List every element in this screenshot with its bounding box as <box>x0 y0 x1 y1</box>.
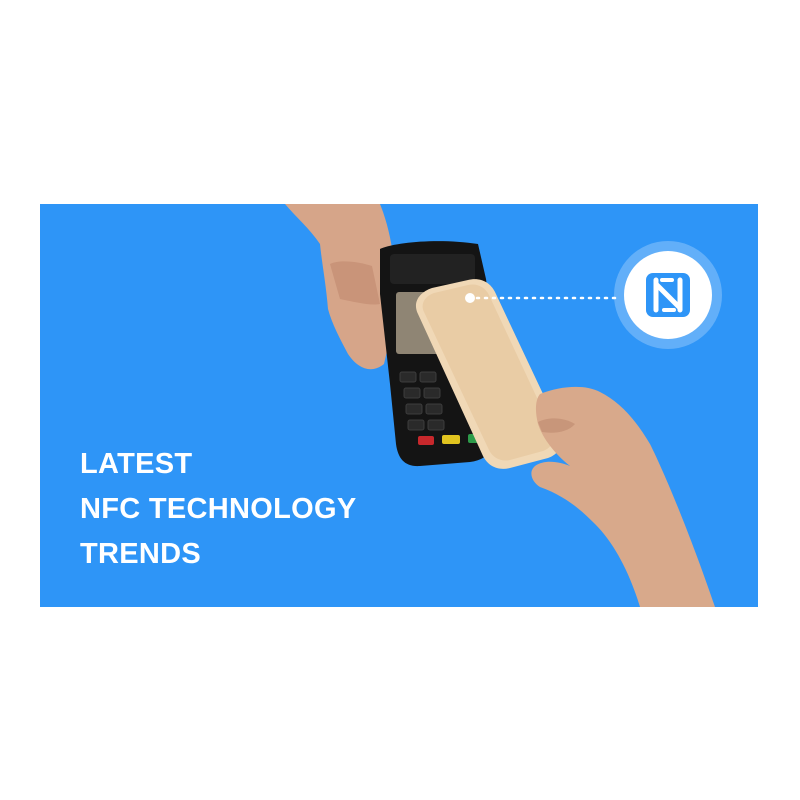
nfc-chip-dot <box>465 293 475 303</box>
title-line-1: LATEST <box>80 448 193 480</box>
upper-hand <box>285 204 396 370</box>
title-line-2: NFC TECHNOLOGY <box>80 493 357 525</box>
lower-hand <box>531 386 715 607</box>
nfc-badge <box>614 241 722 349</box>
title-line-3: TRENDS <box>80 538 202 570</box>
nfc-logo-icon <box>646 273 690 317</box>
banner-title: LATEST NFC TECHNOLOGY TRENDS <box>80 442 356 577</box>
hero-banner: LATEST NFC TECHNOLOGY TRENDS <box>40 204 758 607</box>
